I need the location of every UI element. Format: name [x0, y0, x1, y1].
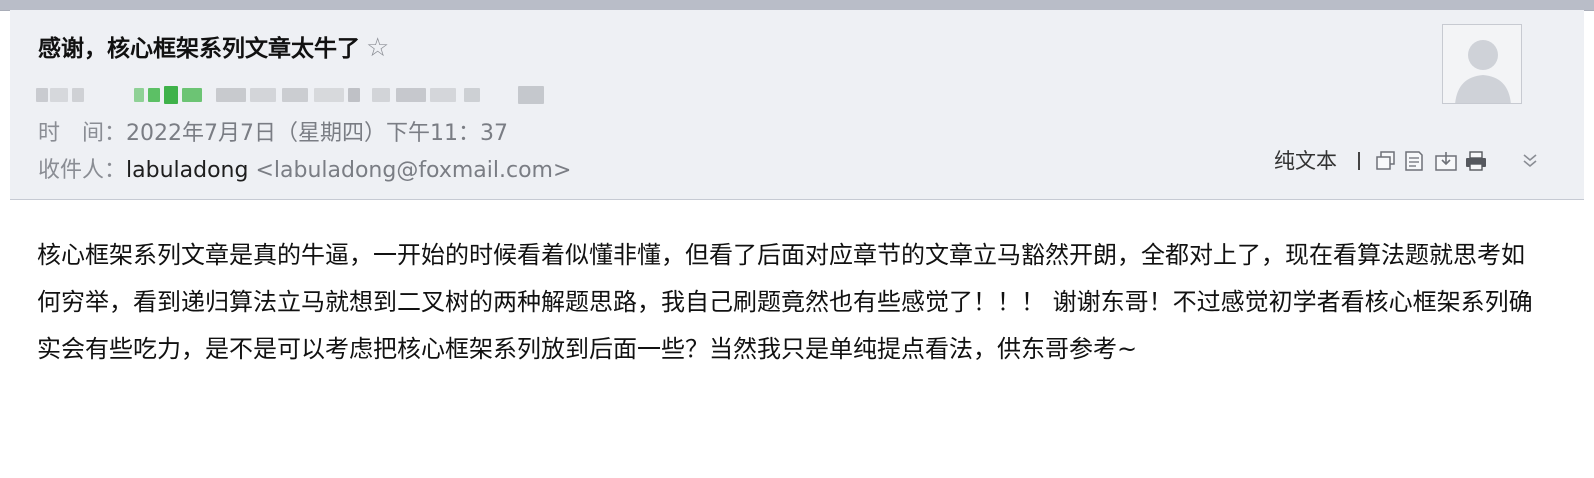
- redacted-block: [314, 88, 344, 102]
- plain-text-button[interactable]: 纯文本: [1274, 148, 1337, 174]
- redacted-block: [372, 88, 390, 102]
- redacted-block: [72, 88, 84, 102]
- redacted-block: [250, 88, 276, 102]
- sender-avatar[interactable]: [1442, 24, 1522, 104]
- toolbar-divider: [1358, 152, 1360, 170]
- recipient-name[interactable]: labuladong: [126, 158, 248, 183]
- redacted-block: [36, 88, 48, 102]
- redacted-block: [164, 86, 178, 104]
- print-icon[interactable]: [1464, 150, 1488, 172]
- time-label: 时 间：: [38, 121, 127, 146]
- email-body: 核心框架系列文章是真的牛逼，一开始的时候看着似懂非懂，但看了后面对应章节的文章立…: [37, 241, 1533, 363]
- redacted-block: [182, 88, 202, 102]
- email-header: 感谢，核心框架系列文章太牛了 ☆ 时 间：2022年7月7日（星期四）下午11：3…: [10, 10, 1584, 200]
- default-avatar-icon: [1443, 25, 1521, 103]
- redacted-block: [430, 88, 456, 102]
- redacted-block: [148, 88, 160, 102]
- chevron-down-icon[interactable]: [1518, 150, 1542, 172]
- redacted-block: [348, 88, 360, 102]
- redacted-block: [464, 88, 480, 102]
- sender-redacted[interactable]: [36, 84, 556, 108]
- redacted-block: [396, 88, 426, 102]
- redacted-block: [134, 88, 144, 102]
- message-toolbar: 纯文本: [1274, 146, 1574, 176]
- redacted-block: [282, 88, 308, 102]
- email-subject: 感谢，核心框架系列文章太牛了 ☆: [38, 30, 389, 66]
- redacted-block: [216, 88, 246, 102]
- redacted-block: [50, 88, 68, 102]
- star-icon[interactable]: ☆: [366, 33, 389, 63]
- recipient-label: 收件人：: [38, 158, 127, 183]
- recipient-row: 收件人：labuladong <labuladong@foxmail.com>: [38, 155, 571, 187]
- subject-text: 感谢，核心框架系列文章太牛了: [38, 36, 360, 62]
- redacted-block: [518, 86, 544, 104]
- download-icon[interactable]: [1434, 150, 1458, 172]
- time-row: 时 间：2022年7月7日（星期四）下午11：37: [38, 118, 508, 150]
- time-value: 2022年7月7日（星期四）下午11：37: [126, 121, 508, 146]
- copy-icon[interactable]: [1374, 150, 1398, 172]
- note-icon[interactable]: [1402, 150, 1426, 172]
- recipient-email[interactable]: <labuladong@foxmail.com>: [255, 158, 571, 183]
